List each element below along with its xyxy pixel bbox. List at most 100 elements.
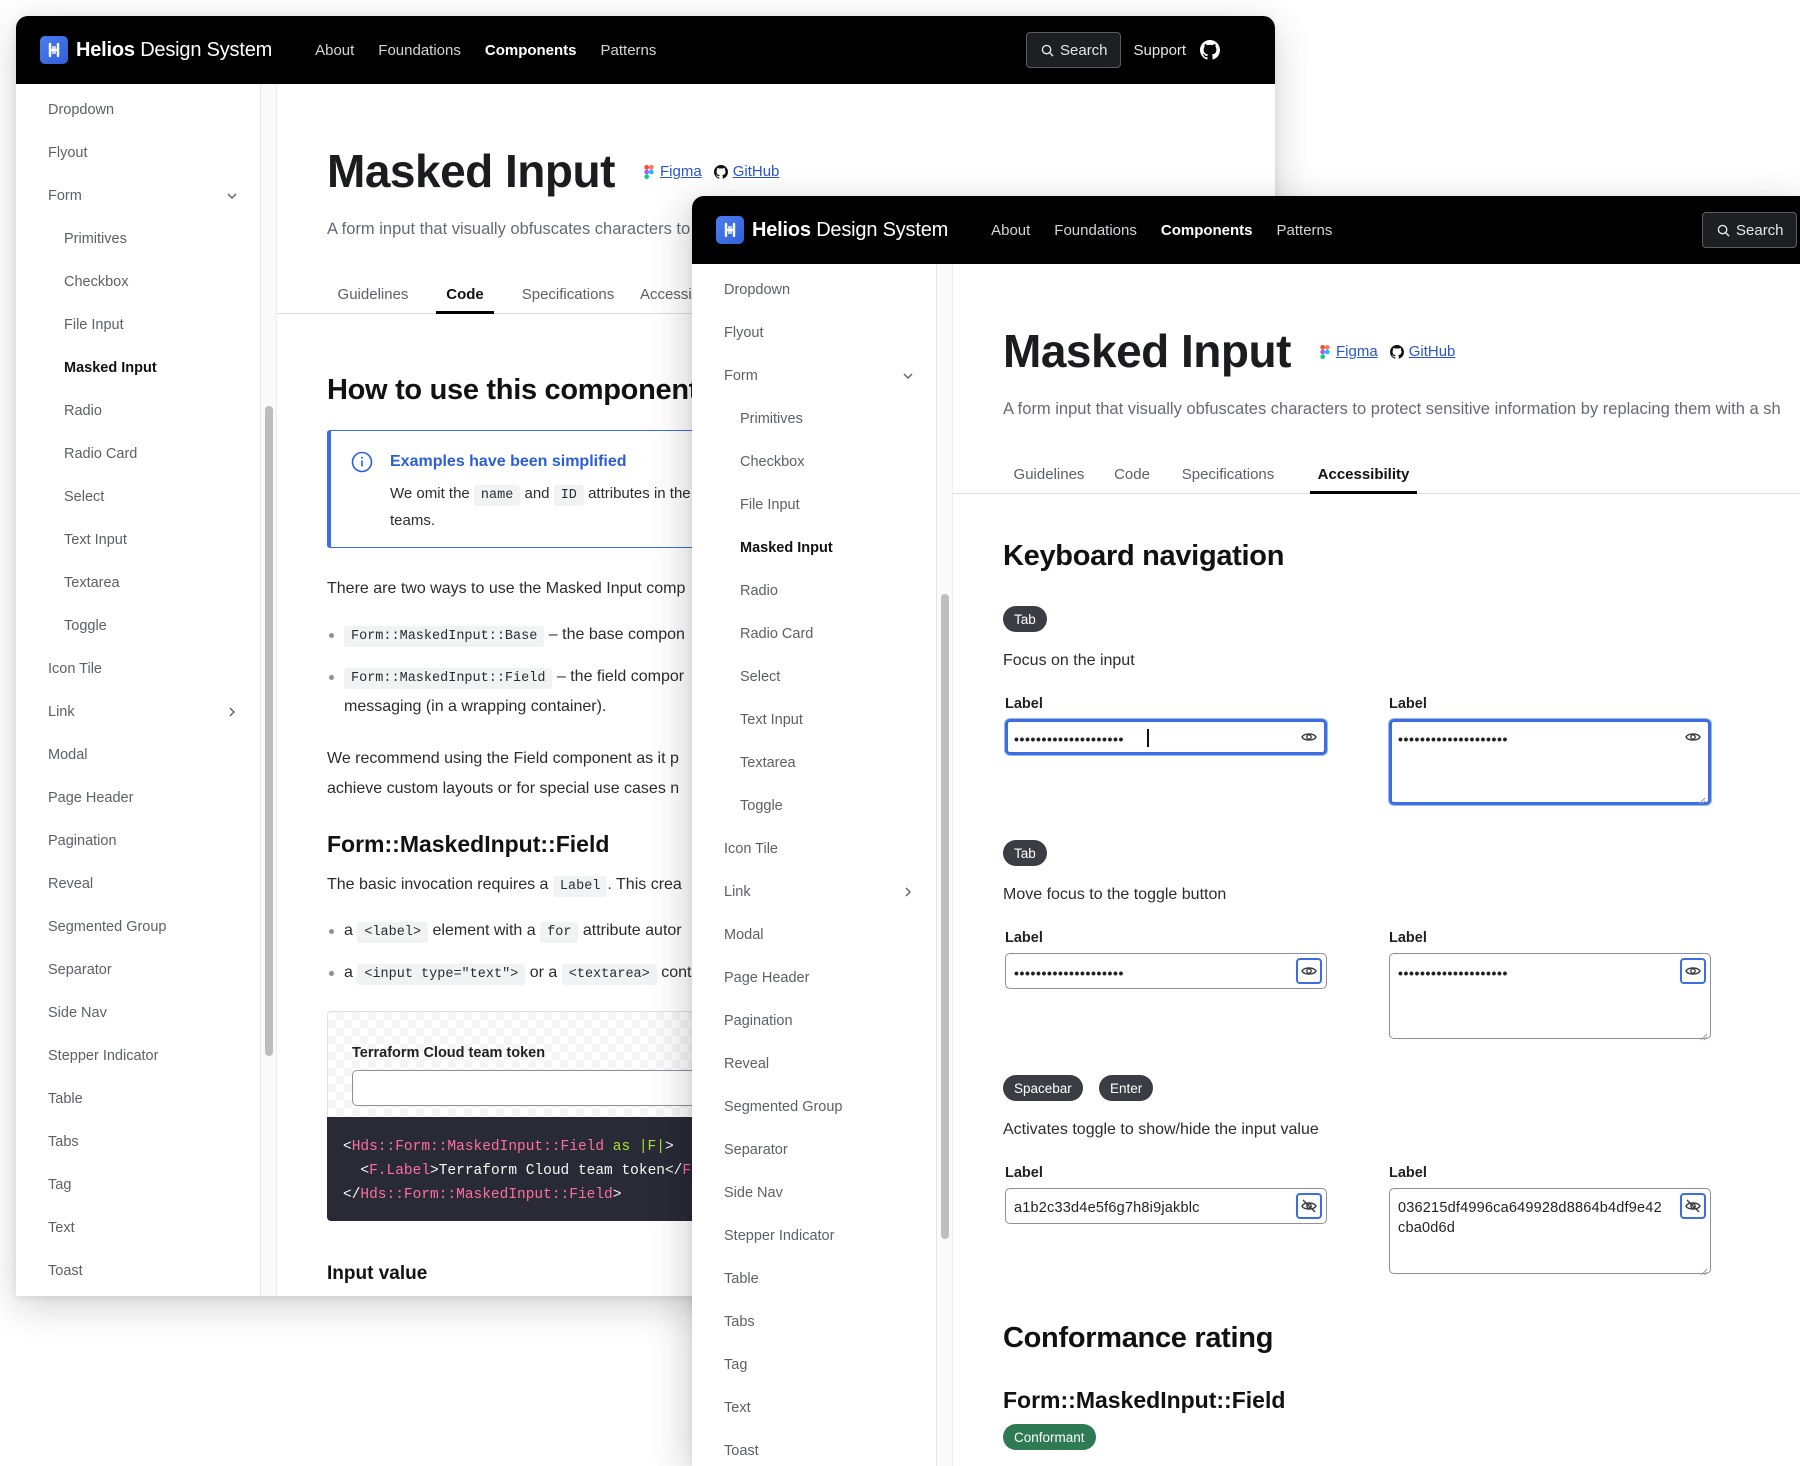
sidebar-item-pagination[interactable]: Pagination: [48, 833, 238, 849]
brand-logo[interactable]: Helios Design System: [40, 36, 272, 64]
sidebar-item-text-input[interactable]: Text Input: [740, 712, 930, 728]
chevron-right-icon[interactable]: [902, 886, 914, 898]
sidebar-item-toggle[interactable]: Toggle: [740, 798, 930, 814]
nav-about[interactable]: About: [315, 42, 354, 59]
sidebar-item-toggle[interactable]: Toggle: [64, 618, 254, 634]
nav-about[interactable]: About: [991, 222, 1030, 239]
masked-input[interactable]: ••••••••••••••••••••: [1005, 719, 1327, 755]
resize-handle-icon[interactable]: [1700, 1028, 1708, 1041]
sidebar-item-masked-input[interactable]: Masked Input: [740, 540, 930, 556]
nav-components[interactable]: Components: [1161, 222, 1253, 239]
search-button[interactable]: Search: [1026, 32, 1121, 68]
tab-guidelines[interactable]: Guidelines: [1013, 466, 1085, 500]
tab-specifications[interactable]: Specifications: [1180, 466, 1276, 500]
nav-components[interactable]: Components: [485, 42, 577, 59]
sidebar-item-checkbox[interactable]: Checkbox: [740, 454, 930, 470]
github-link[interactable]: GitHub: [733, 163, 780, 180]
sidebar-item-form[interactable]: Form: [48, 188, 238, 204]
github-icon[interactable]: [1200, 40, 1221, 60]
visibility-toggle-button[interactable]: [1296, 724, 1322, 750]
sidebar-item-icon-tile[interactable]: Icon Tile: [724, 841, 914, 857]
search-button[interactable]: Search: [1702, 212, 1797, 248]
sidebar-item-icon-tile[interactable]: Icon Tile: [48, 661, 238, 677]
sidebar-item-tag[interactable]: Tag: [724, 1357, 914, 1373]
sidebar-item-dropdown[interactable]: Dropdown: [724, 282, 914, 298]
sidebar-item-masked-input[interactable]: Masked Input: [64, 360, 254, 376]
sidebar-item-tag[interactable]: Tag: [48, 1177, 238, 1193]
sidebar-item-flyout[interactable]: Flyout: [724, 325, 914, 341]
sidebar-item-radio[interactable]: Radio: [740, 583, 930, 599]
sidebar-item-modal[interactable]: Modal: [724, 927, 914, 943]
masked-input[interactable]: a1b2c33d4e5f6g7h8i9jakblc: [1005, 1188, 1327, 1224]
sidebar-scrollbar-thumb[interactable]: [265, 406, 273, 1056]
sidebar-item-modal[interactable]: Modal: [48, 747, 238, 763]
sidebar-item-file-input[interactable]: File Input: [64, 317, 254, 333]
tab-accessibility[interactable]: Accessibility: [1310, 466, 1417, 494]
sidebar-item-link[interactable]: Link: [48, 704, 238, 720]
sidebar-item-radio-card[interactable]: Radio Card: [740, 626, 930, 642]
sidebar-item-stepper-indicator[interactable]: Stepper Indicator: [724, 1228, 914, 1244]
sidebar-item-stepper-indicator[interactable]: Stepper Indicator: [48, 1048, 238, 1064]
sidebar-item-form[interactable]: Form: [724, 368, 914, 384]
support-link[interactable]: Support: [1134, 42, 1187, 59]
visibility-toggle-button[interactable]: [1680, 958, 1706, 984]
sidebar-item-separator[interactable]: Separator: [48, 962, 238, 978]
sidebar-item-dropdown[interactable]: Dropdown: [48, 102, 238, 118]
sidebar-item-text[interactable]: Text: [48, 1220, 238, 1236]
nav-foundations[interactable]: Foundations: [1054, 222, 1137, 239]
sidebar-item-textarea[interactable]: Textarea: [740, 755, 930, 771]
tab-guidelines[interactable]: Guidelines: [337, 286, 409, 320]
chevron-down-icon[interactable]: [226, 190, 238, 202]
figma-link[interactable]: Figma: [660, 163, 702, 180]
figma-link[interactable]: Figma: [1336, 343, 1378, 360]
sidebar-item-select[interactable]: Select: [740, 669, 930, 685]
nav-patterns[interactable]: Patterns: [1277, 222, 1333, 239]
sidebar-item-text-input[interactable]: Text Input: [64, 532, 254, 548]
sidebar-item-primitives[interactable]: Primitives: [64, 231, 254, 247]
sidebar-item-segmented-group[interactable]: Segmented Group: [724, 1099, 914, 1115]
chevron-down-icon[interactable]: [902, 370, 914, 382]
sidebar-item-flyout[interactable]: Flyout: [48, 145, 238, 161]
sidebar-item-file-input[interactable]: File Input: [740, 497, 930, 513]
sidebar-item-textarea[interactable]: Textarea: [64, 575, 254, 591]
sidebar-item-tabs[interactable]: Tabs: [724, 1314, 914, 1330]
sidebar-item-select[interactable]: Select: [64, 489, 254, 505]
sidebar-item-text[interactable]: Text: [724, 1400, 914, 1416]
sidebar-item-pagination[interactable]: Pagination: [724, 1013, 914, 1029]
sidebar-item-radio-card[interactable]: Radio Card: [64, 446, 254, 462]
nav-foundations[interactable]: Foundations: [378, 42, 461, 59]
sidebar-item-side-nav[interactable]: Side Nav: [724, 1185, 914, 1201]
sidebar-item-reveal[interactable]: Reveal: [48, 876, 238, 892]
masked-textarea[interactable]: ••••••••••••••••••••: [1389, 953, 1711, 1041]
sidebar-item-table[interactable]: Table: [48, 1091, 238, 1107]
sidebar-item-checkbox[interactable]: Checkbox: [64, 274, 254, 290]
sidebar-item-side-nav[interactable]: Side Nav: [48, 1005, 238, 1021]
sidebar-item-link[interactable]: Link: [724, 884, 914, 900]
visibility-toggle-button[interactable]: [1680, 1193, 1706, 1219]
masked-textarea[interactable]: 036215df4996ca649928d8864b4df9e42 cba0d6…: [1389, 1188, 1711, 1276]
visibility-toggle-button[interactable]: [1296, 1193, 1322, 1219]
sidebar-item-separator[interactable]: Separator: [724, 1142, 914, 1158]
brand-logo[interactable]: Helios Design System: [716, 216, 948, 244]
nav-patterns[interactable]: Patterns: [601, 42, 657, 59]
masked-input[interactable]: ••••••••••••••••••••: [1005, 953, 1327, 989]
tab-specifications[interactable]: Specifications: [520, 286, 616, 320]
sidebar-item-toast[interactable]: Toast: [48, 1263, 238, 1279]
sidebar-item-radio[interactable]: Radio: [64, 403, 254, 419]
visibility-toggle-button[interactable]: [1296, 958, 1322, 984]
tab-code[interactable]: Code: [1112, 466, 1152, 500]
sidebar-item-page-header[interactable]: Page Header: [724, 970, 914, 986]
sidebar-item-reveal[interactable]: Reveal: [724, 1056, 914, 1072]
sidebar-item-toast[interactable]: Toast: [724, 1443, 914, 1459]
chevron-right-icon[interactable]: [226, 706, 238, 718]
visibility-toggle-button[interactable]: [1680, 724, 1706, 750]
sidebar-item-primitives[interactable]: Primitives: [740, 411, 930, 427]
sidebar-item-page-header[interactable]: Page Header: [48, 790, 238, 806]
sidebar-item-tabs[interactable]: Tabs: [48, 1134, 238, 1150]
sidebar-item-table[interactable]: Table: [724, 1271, 914, 1287]
sidebar-item-segmented-group[interactable]: Segmented Group: [48, 919, 238, 935]
sidebar-scrollbar-thumb[interactable]: [941, 594, 949, 1239]
resize-handle-icon[interactable]: [1700, 1263, 1708, 1276]
masked-textarea[interactable]: ••••••••••••••••••••: [1389, 719, 1711, 805]
resize-handle-icon[interactable]: [1698, 792, 1706, 805]
